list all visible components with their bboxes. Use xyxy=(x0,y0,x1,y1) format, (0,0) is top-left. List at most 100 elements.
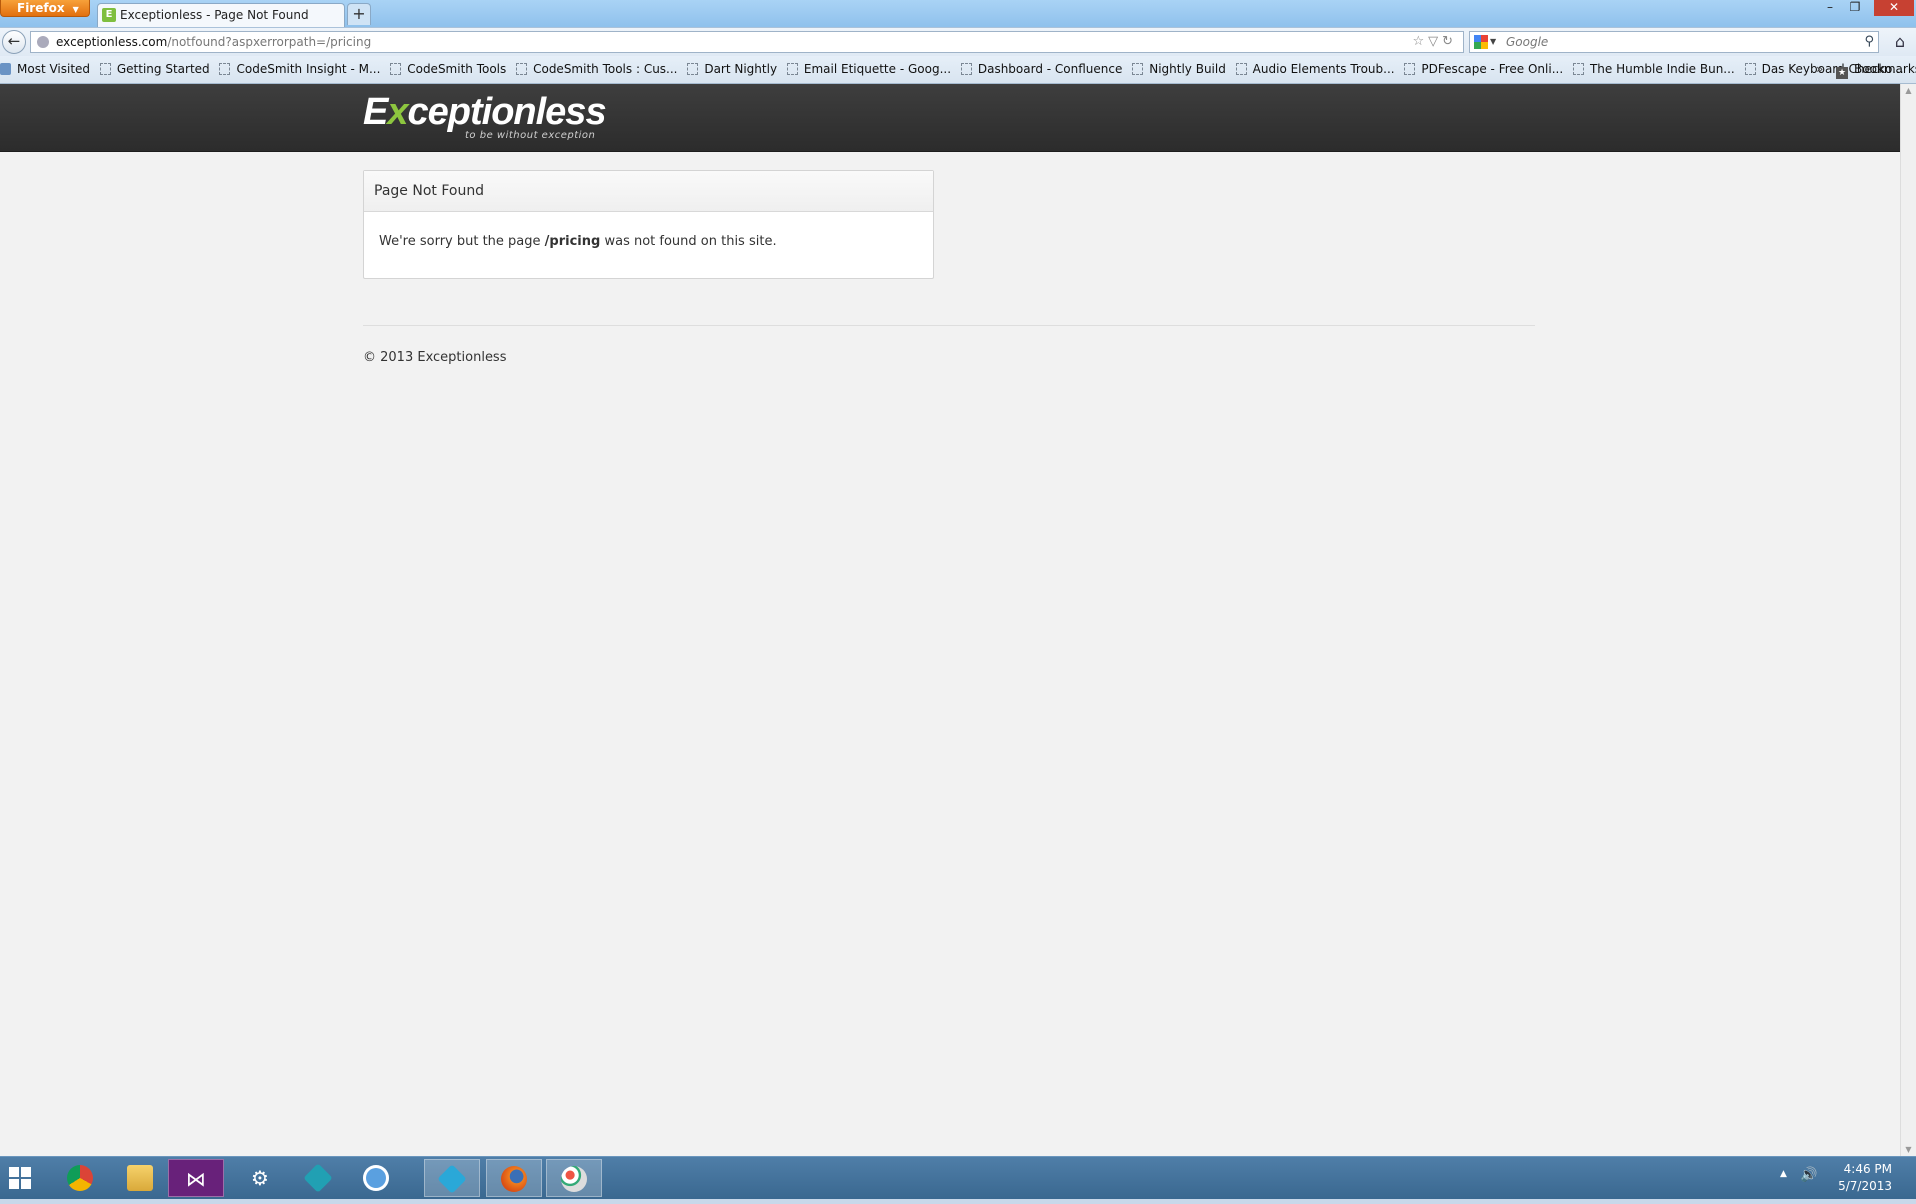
search-placeholder: Google xyxy=(1506,35,1549,49)
most-visited-icon xyxy=(0,63,11,75)
file-explorer-icon xyxy=(127,1165,153,1191)
bookmarks-overflow-icon[interactable]: » xyxy=(1816,56,1823,83)
windows-logo-icon xyxy=(9,1167,31,1189)
bookmark-page-icon xyxy=(1132,63,1144,75)
clock-date: 5/7/2013 xyxy=(1838,1179,1892,1193)
bookmark-label: Dart Nightly xyxy=(704,62,778,76)
chrome-icon xyxy=(67,1165,93,1191)
bookmark-label: The Humble Indie Bun... xyxy=(1589,62,1735,76)
logo-rest: ceptionless xyxy=(407,91,607,133)
url-path: /notfound?aspxerrorpath=/pricing xyxy=(167,35,372,49)
taskbar-firefox[interactable] xyxy=(486,1159,542,1197)
bookmark-page-icon xyxy=(219,63,231,75)
logo-accent: x xyxy=(387,91,408,133)
scroll-down-icon[interactable]: ▼ xyxy=(1901,1145,1916,1154)
firefox-menu-button[interactable]: Firefox ▼ xyxy=(0,0,90,17)
reload-icon[interactable]: ↻ xyxy=(1442,34,1457,49)
taskbar-clock[interactable]: 4:46 PM 5/7/2013 xyxy=(1830,1161,1892,1195)
bookmark-label: Dashboard - Confluence xyxy=(977,62,1123,76)
exceptionless-logo[interactable]: Exceptionless to be without exception xyxy=(363,91,607,141)
restore-icon[interactable]: ❐ xyxy=(1845,0,1865,16)
tab-active[interactable]: E Exceptionless - Page Not Found xyxy=(97,3,345,27)
taskbar-dart-editor[interactable] xyxy=(424,1159,480,1197)
taskbar-chrome[interactable] xyxy=(52,1159,108,1197)
bookmarks-icon: ★ xyxy=(1836,67,1848,79)
close-icon[interactable]: ✕ xyxy=(1874,0,1914,16)
search-icon[interactable]: ⚲ xyxy=(1864,32,1874,52)
bookmark-label: Nightly Build xyxy=(1149,62,1226,76)
bookmark-item[interactable]: Email Etiquette - Goog... xyxy=(786,56,952,83)
taskbar-visual-studio[interactable]: ⋈ xyxy=(168,1159,224,1197)
tortoise-icon: ⚙ xyxy=(251,1166,269,1190)
panel-heading: Page Not Found xyxy=(364,171,933,212)
taskbar-tortoise[interactable]: ⚙ xyxy=(232,1159,288,1197)
minimize-icon[interactable]: – xyxy=(1820,0,1840,16)
message-before: We're sorry but the page xyxy=(379,234,541,249)
taskbar-chat[interactable] xyxy=(348,1159,404,1197)
search-bar[interactable]: ▼ Google ⚲ xyxy=(1469,31,1879,53)
history-dropdown-icon[interactable]: ▽ xyxy=(1428,34,1442,49)
visual-studio-icon: ⋈ xyxy=(186,1167,206,1191)
scroll-up-icon[interactable]: ▲ xyxy=(1901,86,1916,95)
bookmark-star-icon[interactable]: ☆ xyxy=(1412,34,1428,49)
taskbar-paint[interactable] xyxy=(546,1159,602,1197)
site-identity-icon[interactable] xyxy=(37,36,49,48)
start-button[interactable] xyxy=(0,1159,40,1197)
logo-tagline: to be without exception xyxy=(465,130,596,141)
chevron-down-icon[interactable]: ▼ xyxy=(1490,32,1496,52)
vertical-scrollbar[interactable]: ▲ ▼ xyxy=(1900,84,1916,1156)
bookmark-label: CodeSmith Tools xyxy=(407,62,507,76)
back-button[interactable]: ← xyxy=(2,30,26,54)
bookmark-label: Audio Elements Troub... xyxy=(1252,62,1395,76)
bookmark-page-icon xyxy=(1744,63,1756,75)
title-bar: Firefox ▼ E Exceptionless - Page Not Foun… xyxy=(0,0,1916,27)
home-icon[interactable]: ⌂ xyxy=(1888,30,1912,54)
chevron-down-icon: ▼ xyxy=(72,5,79,14)
bookmark-page-icon xyxy=(99,63,111,75)
dart-editor-icon xyxy=(437,1164,467,1194)
footer-copyright: © 2013 Exceptionless xyxy=(363,350,507,365)
bookmarks-menu-button[interactable]: ★ Bookmarks xyxy=(1836,56,1916,83)
bookmark-label: Most Visited xyxy=(17,62,91,76)
panel-body: We're sorry but the page /pricing was no… xyxy=(364,212,933,249)
logo-prefix: E xyxy=(363,91,388,133)
bookmark-page-icon xyxy=(390,63,402,75)
bookmark-label: PDFescape - Free Onli... xyxy=(1421,62,1564,76)
bookmark-page-icon xyxy=(1235,63,1247,75)
address-bar[interactable]: exceptionless.com/notfound?aspxerrorpath… xyxy=(30,31,1464,53)
bookmark-item[interactable]: The Humble Indie Bun... xyxy=(1572,56,1735,83)
bookmark-label: CodeSmith Tools : Cus... xyxy=(533,62,678,76)
missing-path: /pricing xyxy=(544,234,601,249)
new-tab-button[interactable]: + xyxy=(347,3,371,25)
not-found-panel: Page Not Found We're sorry but the page … xyxy=(363,170,934,279)
bookmark-page-icon xyxy=(516,63,528,75)
bookmark-label: Getting Started xyxy=(116,62,210,76)
bookmark-item[interactable]: CodeSmith Tools : Cus... xyxy=(516,56,678,83)
bookmark-item[interactable]: Audio Elements Troub... xyxy=(1235,56,1395,83)
back-arrow-icon: ← xyxy=(7,32,21,50)
app-icon xyxy=(303,1163,333,1193)
bookmarks-toolbar: Most Visited Getting Started CodeSmith I… xyxy=(0,56,1916,84)
show-hidden-icons-icon[interactable]: ▲ xyxy=(1780,1169,1787,1179)
bookmark-item[interactable]: Nightly Build xyxy=(1132,56,1226,83)
bookmark-item[interactable]: Getting Started xyxy=(99,56,210,83)
favicon-icon: E xyxy=(102,8,116,22)
bookmark-item[interactable]: Most Visited xyxy=(0,56,90,83)
bookmark-item[interactable]: CodeSmith Tools xyxy=(390,56,506,83)
bookmark-item[interactable]: Dashboard - Confluence xyxy=(960,56,1123,83)
message-after: was not found on this site. xyxy=(604,234,777,249)
bookmark-item[interactable]: Dart Nightly xyxy=(687,56,777,83)
bookmark-list: Most Visited Getting Started CodeSmith I… xyxy=(0,56,1910,83)
bookmark-item[interactable]: PDFescape - Free Onli... xyxy=(1404,56,1563,83)
taskbar-app[interactable] xyxy=(290,1159,346,1197)
taskbar-file-explorer[interactable] xyxy=(112,1159,168,1197)
url-host: exceptionless.com xyxy=(56,35,168,49)
clock-time: 4:46 PM xyxy=(1843,1162,1892,1176)
url-actions: ☆▽↻ xyxy=(1412,32,1457,52)
bookmark-page-icon xyxy=(786,63,798,75)
bookmark-label: CodeSmith Insight - M... xyxy=(236,62,381,76)
google-icon[interactable] xyxy=(1474,35,1488,49)
bookmark-label: Email Etiquette - Goog... xyxy=(803,62,952,76)
volume-icon[interactable]: 🔊 xyxy=(1800,1167,1817,1183)
bookmark-item[interactable]: CodeSmith Insight - M... xyxy=(219,56,380,83)
